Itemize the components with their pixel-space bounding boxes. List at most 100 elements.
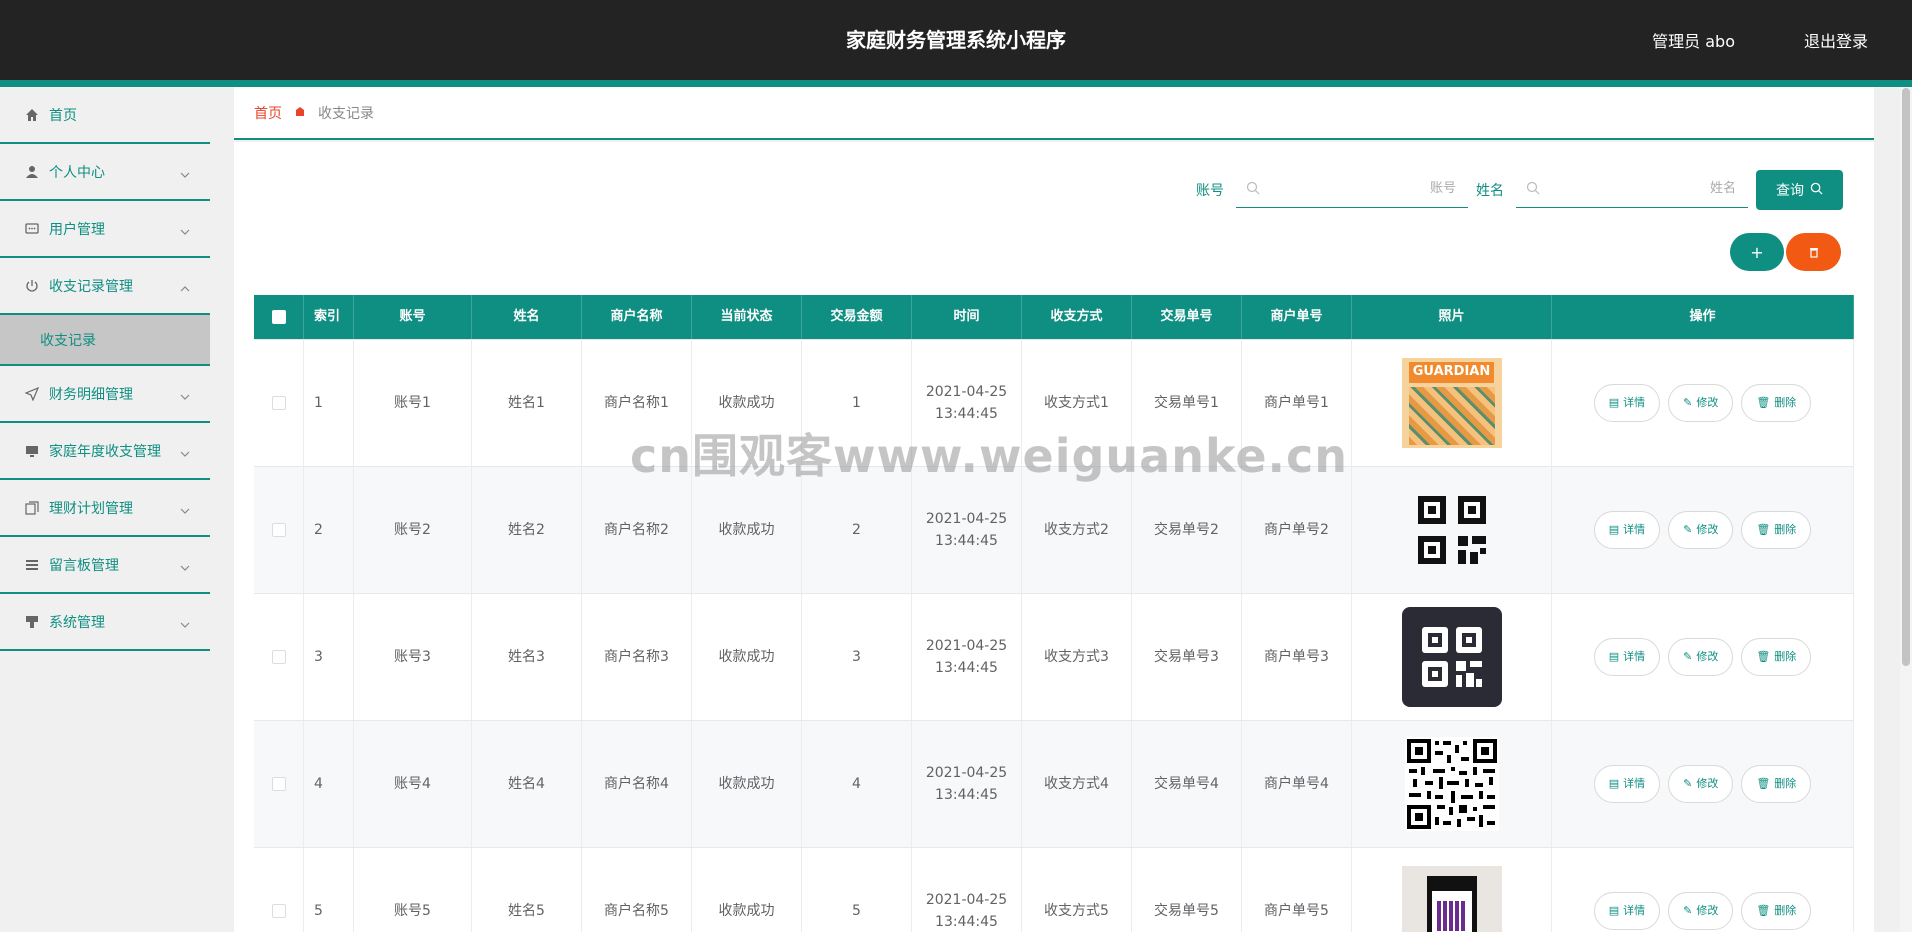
detail-button[interactable]: ▤ 详情 <box>1593 765 1661 803</box>
delete-button[interactable]: 🗑 删除 <box>1741 765 1812 803</box>
content-panel: 账号 姓名 查询 + 索引 账号 姓名 商户名称 当前状态 交易金额 时间 收支… <box>234 142 1874 932</box>
framed-qr-image[interactable] <box>1401 866 1502 932</box>
sidebar-subitem-records[interactable]: 收支记录 <box>0 315 210 366</box>
account-search-field <box>1236 168 1468 208</box>
row-checkbox[interactable] <box>271 523 286 537</box>
column-header: 商户名称 <box>582 295 692 339</box>
breadcrumb-current: 收支记录 <box>318 105 374 122</box>
merchant-cell: 商户名称3 <box>582 594 692 720</box>
edit-button[interactable]: ✎ 修改 <box>1668 384 1734 422</box>
qr-tile-image[interactable] <box>1401 607 1502 707</box>
detail-button[interactable]: ▤ 详情 <box>1593 511 1661 549</box>
trash-icon <box>1809 243 1819 262</box>
date-text: 2021-04-25 <box>925 383 1008 400</box>
delete-button[interactable]: 🗑 删除 <box>1741 384 1812 422</box>
photo-cell <box>1352 467 1552 593</box>
operations-cell: ▤ 详情 ✎ 修改 🗑 删除 <box>1552 848 1854 932</box>
delete-label: 删除 <box>1774 650 1797 664</box>
delete-button[interactable]: 🗑 删除 <box>1741 638 1812 676</box>
sidebar-item-system-management[interactable]: 系统管理 <box>0 594 210 651</box>
chevron-down-icon <box>180 616 190 632</box>
method-cell: 收支方式3 <box>1022 594 1132 720</box>
user-icon <box>24 164 40 180</box>
search-icon <box>1810 182 1823 199</box>
stamp-icon <box>24 614 40 630</box>
table-header-row: 索引 账号 姓名 商户名称 当前状态 交易金额 时间 收支方式 交易单号 商户单… <box>254 295 1854 340</box>
query-button[interactable]: 查询 <box>1756 170 1843 210</box>
sidebar-item-annual-income-expense[interactable]: 家庭年度收支管理 <box>0 423 210 480</box>
sidebar-item-finance-details[interactable]: 财务明细管理 <box>0 366 210 423</box>
delete-button[interactable]: 🗑 删除 <box>1741 892 1812 930</box>
trash-icon: 🗑 <box>1756 396 1771 410</box>
sidebar-item-personal-center[interactable]: 个人中心 <box>0 144 210 201</box>
sidebar-item-home[interactable]: 首页 <box>0 87 210 144</box>
name-cell: 姓名1 <box>472 340 582 466</box>
account-cell: 账号1 <box>354 340 472 466</box>
select-all-checkbox[interactable] <box>271 310 286 324</box>
table-row: 4 账号4 姓名4 商户名称4 收款成功 4 2021-04-25 13:44:4… <box>254 721 1854 848</box>
row-checkbox[interactable] <box>271 904 286 918</box>
qr-code-image[interactable] <box>1402 737 1502 831</box>
trash-icon: 🗑 <box>1756 904 1771 918</box>
sidebar-item-financial-plan[interactable]: 理财计划管理 <box>0 480 210 537</box>
copy-icon <box>24 500 40 516</box>
name-cell: 姓名5 <box>472 848 582 932</box>
sidebar-item-label: 收支记录管理 <box>49 278 133 295</box>
time-text: 13:44:45 <box>935 914 998 930</box>
breadcrumb: 首页 收支记录 <box>234 87 1874 140</box>
delete-button[interactable]: 🗑 删除 <box>1741 511 1812 549</box>
sidebar-item-label: 理财计划管理 <box>49 500 133 517</box>
column-header: 姓名 <box>472 295 582 339</box>
trash-icon: 🗑 <box>1756 523 1771 537</box>
chevron-down-icon <box>180 445 190 461</box>
edit-icon: ✎ <box>1683 904 1693 918</box>
account-search-input[interactable] <box>1236 180 1468 195</box>
row-checkbox[interactable] <box>271 777 286 791</box>
photo-cell <box>1352 721 1552 847</box>
logout-link[interactable]: 退出登录 <box>1804 28 1868 52</box>
detail-button[interactable]: ▤ 详情 <box>1593 892 1661 930</box>
sidebar-item-user-management[interactable]: 用户管理 <box>0 201 210 258</box>
breadcrumb-home-link[interactable]: 首页 <box>254 103 282 123</box>
trade-no-cell: 交易单号3 <box>1132 594 1242 720</box>
sidebar-item-income-expense-records[interactable]: 收支记录管理 <box>0 258 210 315</box>
qr-icon-image[interactable] <box>1402 485 1502 575</box>
detail-label: 详情 <box>1623 396 1646 410</box>
edit-icon: ✎ <box>1683 523 1693 537</box>
status-cell: 收款成功 <box>692 721 802 847</box>
index-cell: 5 <box>304 848 354 932</box>
sidebar-item-label: 留言板管理 <box>49 557 119 574</box>
method-cell: 收支方式4 <box>1022 721 1132 847</box>
name-search-input[interactable] <box>1516 180 1748 195</box>
edit-label: 修改 <box>1696 777 1719 791</box>
index-cell: 4 <box>304 721 354 847</box>
amount-cell: 2 <box>802 467 912 593</box>
edit-button[interactable]: ✎ 修改 <box>1668 765 1734 803</box>
edit-button[interactable]: ✎ 修改 <box>1668 638 1734 676</box>
guardian-poster-image[interactable]: GUARDIAN <box>1401 358 1502 448</box>
row-checkbox[interactable] <box>271 650 286 664</box>
date-text: 2021-04-25 <box>925 891 1008 908</box>
merchant-no-cell: 商户单号1 <box>1242 340 1352 466</box>
add-button[interactable]: + <box>1730 233 1784 271</box>
photo-cell <box>1352 594 1552 720</box>
merchant-cell: 商户名称2 <box>582 467 692 593</box>
edit-label: 修改 <box>1696 650 1719 664</box>
column-header: 当前状态 <box>692 295 802 339</box>
edit-button[interactable]: ✎ 修改 <box>1668 511 1734 549</box>
poster-heading: GUARDIAN <box>1408 362 1495 383</box>
batch-delete-button[interactable] <box>1786 233 1841 271</box>
edit-icon: ✎ <box>1683 396 1693 410</box>
status-cell: 收款成功 <box>692 467 802 593</box>
name-cell: 姓名4 <box>472 721 582 847</box>
list-icon <box>24 557 40 573</box>
row-checkbox[interactable] <box>271 396 286 410</box>
sidebar-item-label: 财务明细管理 <box>49 386 133 403</box>
edit-button[interactable]: ✎ 修改 <box>1668 892 1734 930</box>
detail-button[interactable]: ▤ 详情 <box>1593 384 1661 422</box>
time-text: 13:44:45 <box>935 406 998 422</box>
scrollbar-thumb[interactable] <box>1902 88 1910 666</box>
edit-icon: ✎ <box>1683 777 1693 791</box>
detail-button[interactable]: ▤ 详情 <box>1593 638 1661 676</box>
sidebar-item-message-board[interactable]: 留言板管理 <box>0 537 210 594</box>
